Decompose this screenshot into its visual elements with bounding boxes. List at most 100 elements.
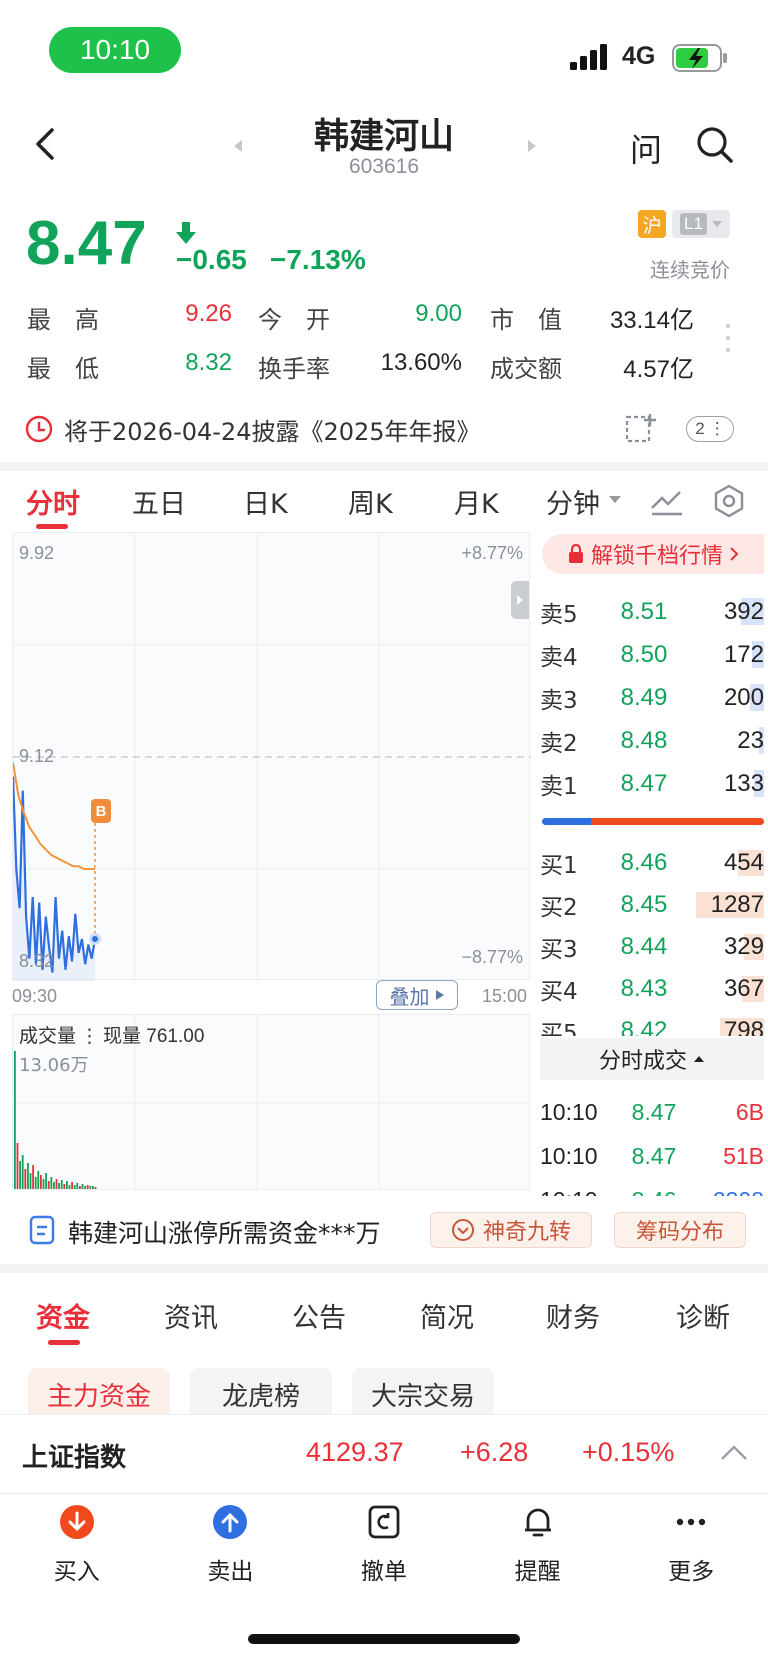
tab-timeshare[interactable]: 分时	[26, 482, 80, 521]
bid-vol: 798	[723, 1017, 764, 1036]
bid-row[interactable]: 买2 8.45 1287	[540, 884, 764, 926]
ask-label: 卖2	[540, 730, 578, 757]
ask-label: 卖3	[540, 687, 578, 714]
tab-financials[interactable]: 财务	[546, 1296, 600, 1335]
exchange-badge: 沪	[638, 210, 666, 238]
unlock-label: 解锁千档行情	[590, 544, 723, 569]
price-chart[interactable]: 9.92 9.12 8.32 +8.77% −8.77% B	[12, 532, 531, 981]
bid-row[interactable]: 买1 8.46 454	[540, 842, 764, 884]
bid-row[interactable]: 买3 8.44 329	[540, 926, 764, 968]
status-time: 10:10	[49, 27, 181, 73]
home-indicator	[248, 1634, 520, 1644]
buy-label: 买入	[53, 1559, 100, 1585]
notice-text[interactable]: 将于2026-04-24披露《2025年年报》	[64, 412, 481, 447]
tab-funds[interactable]: 资金	[36, 1296, 90, 1335]
more-label: 更多	[668, 1559, 715, 1585]
ask-vol: 392	[723, 597, 764, 625]
subtab-main-funds[interactable]: 主力资金	[28, 1368, 170, 1420]
alert-button[interactable]: 提醒	[461, 1498, 615, 1588]
sell-icon	[213, 1505, 248, 1539]
buy-marker-label: B	[95, 802, 107, 820]
tab-profile[interactable]: 简况	[420, 1296, 474, 1335]
more-button[interactable]: 更多	[614, 1498, 768, 1588]
more-stats-icon[interactable]	[724, 322, 732, 354]
bid-price: 8.44	[620, 933, 668, 960]
promo-text[interactable]: 韩建河山涨停所需资金***万	[68, 1214, 381, 1250]
tab-monthly-k[interactable]: 月K	[454, 482, 499, 521]
ask-price: 8.50	[620, 640, 668, 668]
tab-announcements[interactable]: 公告	[292, 1296, 346, 1335]
volume-bar	[84, 1186, 86, 1189]
section-tab-underline	[48, 1340, 80, 1345]
volume-bar	[37, 1171, 40, 1189]
tab-active-underline	[36, 524, 68, 529]
buy-icon	[59, 1505, 94, 1539]
promo-icon	[28, 1215, 56, 1245]
ask-vol: 23	[737, 726, 764, 754]
magic-nine-button[interactable]: 神奇九转	[430, 1212, 592, 1248]
ask-row[interactable]: 卖2 8.48 23	[540, 719, 764, 762]
ask-button[interactable]: 问	[630, 125, 662, 171]
alert-label: 提醒	[514, 1559, 561, 1585]
tab-diagnosis[interactable]: 诊断	[676, 1296, 730, 1335]
volume-bar	[71, 1182, 73, 1189]
volume-bar	[40, 1175, 42, 1189]
next-stock-icon[interactable]	[526, 138, 538, 154]
expand-handle-icon[interactable]	[511, 581, 529, 619]
chip-distribution-button[interactable]: 筹码分布	[614, 1212, 746, 1248]
ask-row[interactable]: 卖1 8.47 133	[540, 762, 764, 805]
cancel-order-button[interactable]: 撤单	[307, 1498, 461, 1588]
volume-bar	[73, 1185, 76, 1189]
ask-price: 8.47	[620, 769, 668, 797]
network-type: 4G	[622, 42, 656, 70]
current-price-dot	[89, 933, 101, 945]
overlay-button[interactable]: 叠加	[376, 980, 458, 1010]
add-watch-icon[interactable]	[624, 412, 658, 446]
chart-style-icon[interactable]	[650, 486, 684, 516]
sell-button[interactable]: 卖出	[154, 1498, 308, 1588]
subtab-block-trade[interactable]: 大宗交易	[352, 1368, 494, 1420]
ask-price: 8.49	[620, 683, 668, 711]
pct-label-top: +8.77%	[461, 543, 523, 563]
ask-row[interactable]: 卖3 8.49 200	[540, 676, 764, 719]
tick-vol: 51B	[723, 1142, 764, 1169]
tick-price: 8.47	[631, 1142, 677, 1169]
chevron-up-icon[interactable]	[720, 1443, 748, 1461]
volume-bar	[45, 1173, 47, 1189]
buy-button[interactable]: 买入	[0, 1498, 154, 1588]
ticks-header[interactable]: 分时成交	[540, 1038, 764, 1080]
volume-chart[interactable]: 成交量 ⋮ 现量 761.00 13.06万	[12, 1014, 530, 1190]
current-price: 8.47	[26, 209, 147, 278]
time-end: 15:00	[482, 986, 528, 1006]
volume-title: 成交量 ⋮ 现量 761.00	[19, 1025, 205, 1047]
volume-bar	[34, 1177, 37, 1189]
unlock-depth-button[interactable]: 解锁千档行情	[542, 534, 764, 574]
tab-5day[interactable]: 五日	[132, 482, 186, 521]
bid-label: 买4	[540, 979, 578, 1005]
buy-marker[interactable]: B	[91, 799, 111, 823]
search-icon[interactable]	[696, 126, 734, 164]
ask-row[interactable]: 卖5 8.51 392	[540, 590, 764, 633]
level-badge[interactable]: L1	[672, 210, 730, 238]
tab-news[interactable]: 资讯	[164, 1296, 218, 1335]
bid-vol: 1287	[710, 891, 764, 918]
ask-vol: 172	[723, 640, 764, 668]
stat-value-open: 9.00	[415, 300, 462, 327]
down-arrow-icon	[176, 222, 196, 246]
ask-row[interactable]: 卖4 8.50 172	[540, 633, 764, 676]
bid-row[interactable]: 买5 8.42 798	[540, 1010, 764, 1036]
tab-daily-k[interactable]: 日K	[243, 482, 288, 521]
ask-list: 卖5 8.51 392 卖4 8.50 172 卖3 8.49 200 卖2 8.48 23 卖1 8.4…	[540, 590, 764, 805]
tab-minute[interactable]: 分钟	[546, 482, 600, 521]
index-bar[interactable]: 上证指数 4129.37 +6.28 +0.15%	[0, 1414, 768, 1494]
tab-weekly-k[interactable]: 周K	[348, 482, 393, 521]
notice-count-badge[interactable]: 2 ⋮	[686, 416, 734, 442]
bid-row[interactable]: 买4 8.43 367	[540, 968, 764, 1010]
subtab-dragon-tiger[interactable]: 龙虎榜	[190, 1368, 332, 1420]
y-label-bottom: 8.32	[19, 951, 55, 971]
stat-value-mktcap: 33.14亿	[609, 307, 694, 334]
settings-icon[interactable]	[712, 484, 746, 518]
tick-vol: 2308	[694, 1187, 764, 1197]
ask-price: 8.51	[620, 597, 668, 625]
cancel-order-icon	[368, 1505, 400, 1539]
